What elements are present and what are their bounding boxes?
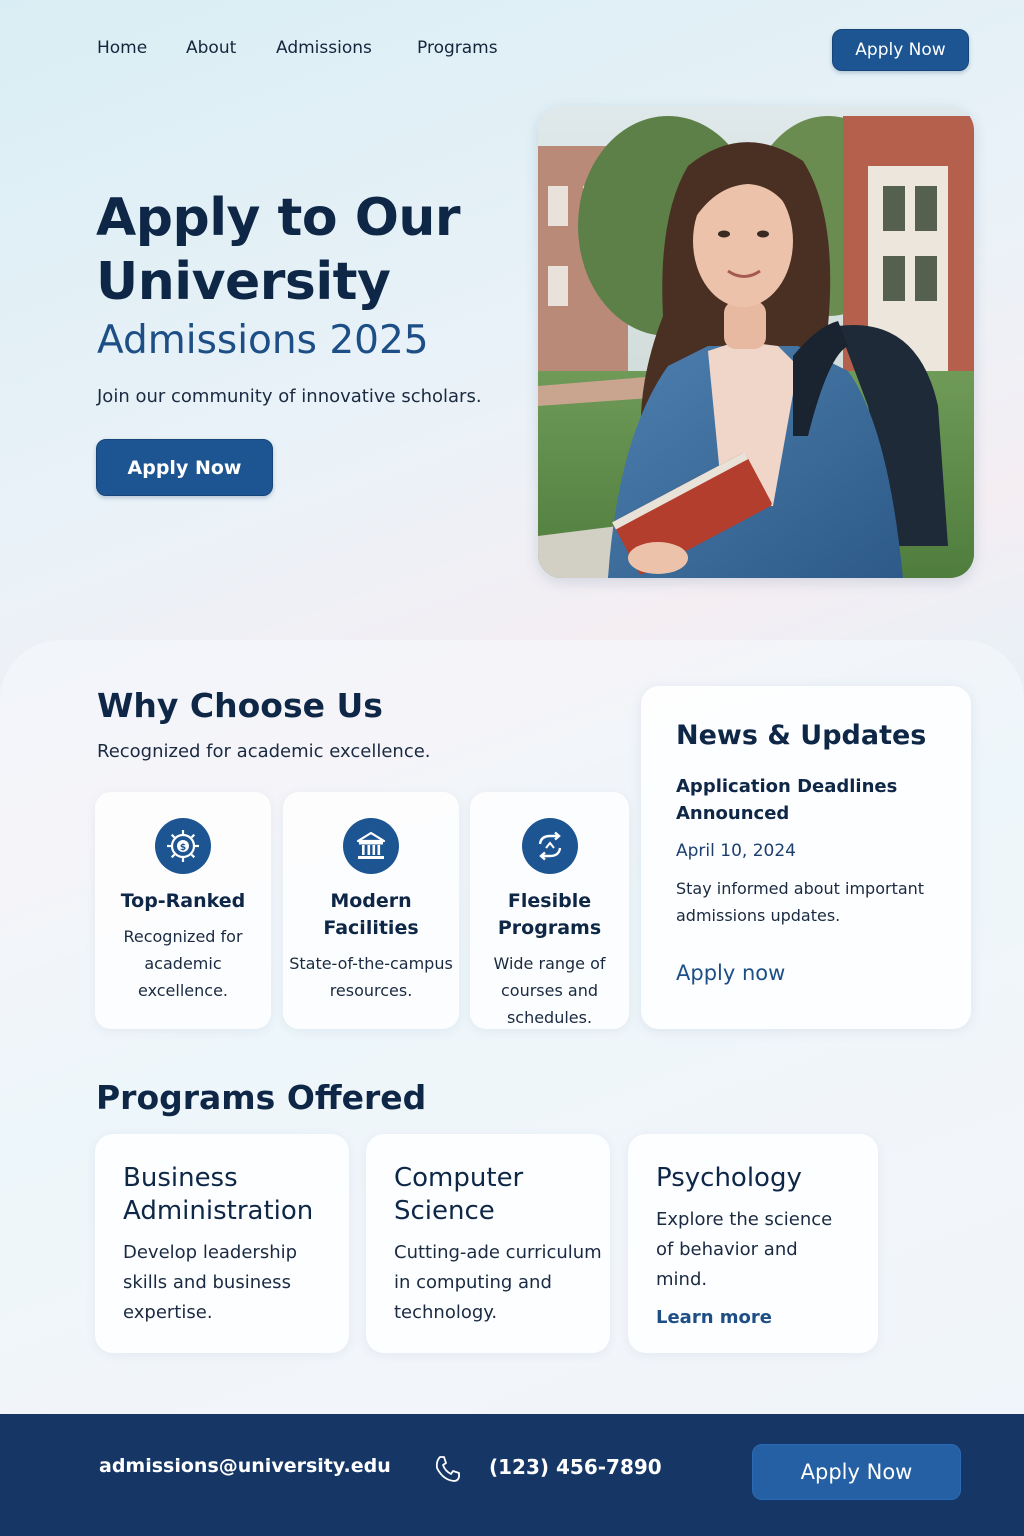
why-choose-subtitle: Recognized for academic excellence. bbox=[97, 741, 431, 762]
arrows-cycle-icon bbox=[521, 818, 578, 874]
news-description: Stay informed about important admissions… bbox=[676, 879, 925, 925]
feature-card-flexible-programs: Flesible Programs Wide range of courses … bbox=[470, 792, 629, 1029]
feature-card-modern-facilities: Modern Facilities State-of-the-campus re… bbox=[283, 792, 459, 1029]
nav-link-programs[interactable]: Programs bbox=[417, 38, 498, 58]
program-description: Cutting-ade curriculum in computing and … bbox=[394, 1242, 602, 1323]
feature-title: Top-Ranked bbox=[120, 890, 246, 912]
feature-title: Flesible Programs bbox=[497, 890, 602, 939]
programs-title: Programs Offered bbox=[96, 1078, 427, 1117]
hero-description: Join our community of innovative scholar… bbox=[97, 386, 482, 407]
program-card-computer-science[interactable]: Computer Science Cutting-ade curriculum … bbox=[366, 1134, 610, 1353]
feature-description: State-of-the-campus resources. bbox=[289, 954, 453, 1000]
phone-icon bbox=[435, 1456, 460, 1482]
footer: admissions@university.edu (123) 456-7890… bbox=[0, 1414, 1024, 1536]
program-card-psychology[interactable]: Psychology Explore the science of behavi… bbox=[628, 1134, 878, 1353]
news-headline: Application Deadlines Announced bbox=[676, 776, 898, 824]
feature-description: Wide range of courses and schedules. bbox=[493, 954, 606, 1027]
program-description: Explore the science of behavior and mind… bbox=[656, 1209, 833, 1290]
news-apply-link[interactable]: Apply now bbox=[676, 961, 785, 985]
feature-description: Recognized for academic excellence. bbox=[123, 927, 243, 1000]
program-card-business[interactable]: Business Administration Develop leadersh… bbox=[95, 1134, 349, 1353]
feature-card-top-ranked: $ Top-Ranked Recognized for academic exc… bbox=[95, 792, 271, 1029]
program-description: Develop leadership skills and business e… bbox=[123, 1242, 298, 1323]
program-title: Computer Science bbox=[394, 1163, 524, 1226]
hero-apply-button[interactable]: Apply Now bbox=[96, 439, 273, 496]
nav-link-about[interactable]: About bbox=[186, 38, 236, 58]
news-title: News & Updates bbox=[676, 720, 927, 751]
svg-text:$: $ bbox=[180, 843, 186, 853]
award-badge-icon: $ bbox=[155, 818, 211, 874]
hero-subtitle: Admissions 2025 bbox=[97, 318, 429, 363]
learn-more-link[interactable]: Learn more bbox=[656, 1307, 772, 1328]
news-date: April 10, 2024 bbox=[676, 841, 796, 861]
program-title: Psychology bbox=[656, 1163, 802, 1193]
feature-title: Modern Facilities bbox=[323, 890, 419, 939]
top-nav: Home About Admissions Programs Apply Now bbox=[0, 28, 1024, 72]
footer-phone[interactable]: (123) 456-7890 bbox=[489, 1455, 662, 1479]
nav-link-admissions[interactable]: Admissions bbox=[276, 38, 372, 58]
news-updates-card: News & Updates Application Deadlines Ann… bbox=[641, 686, 971, 1029]
why-choose-title: Why Choose Us bbox=[97, 686, 383, 725]
footer-apply-button[interactable]: Apply Now bbox=[752, 1444, 961, 1500]
hero-student-photo bbox=[538, 106, 974, 578]
footer-email[interactable]: admissions@university.edu bbox=[99, 1455, 391, 1477]
building-columns-icon bbox=[343, 818, 399, 874]
nav-apply-button[interactable]: Apply Now bbox=[832, 29, 969, 71]
nav-link-home[interactable]: Home bbox=[97, 38, 147, 58]
program-title: Business Administration bbox=[123, 1163, 314, 1226]
hero-title: Apply to Our University bbox=[96, 188, 461, 312]
